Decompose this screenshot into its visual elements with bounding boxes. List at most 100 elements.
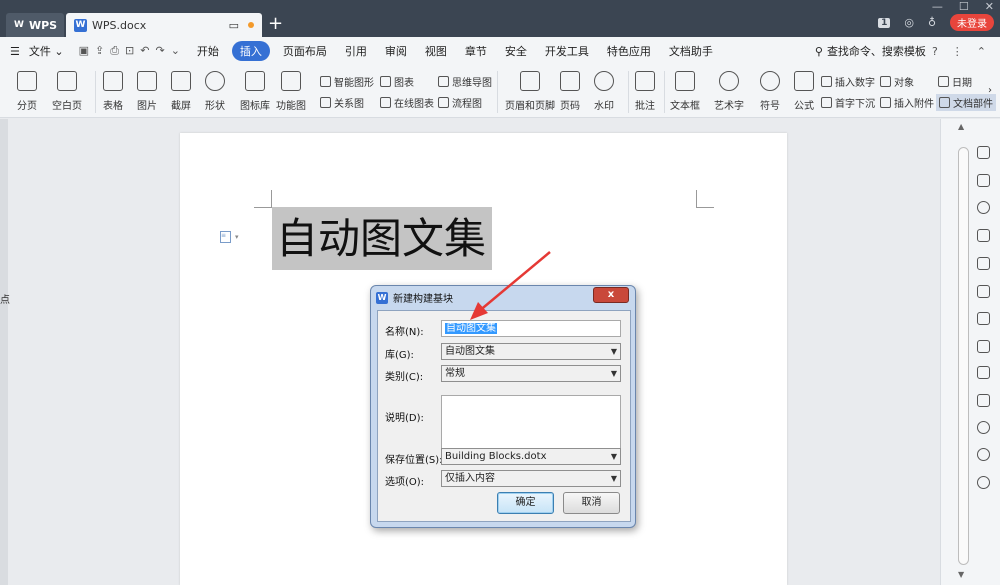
maximize-icon[interactable]: ☐ xyxy=(959,0,969,13)
tab-document[interactable]: W WPS.docx ▭ xyxy=(66,13,262,37)
doc-part-button[interactable]: 文档部件 xyxy=(936,94,996,111)
pen-icon[interactable] xyxy=(977,146,990,159)
print-icon[interactable]: ⎙ xyxy=(110,44,119,58)
archive-icon[interactable] xyxy=(977,366,990,379)
blank-page-button[interactable]: 空白页 xyxy=(52,71,82,112)
function-chart-button[interactable]: 功能图 xyxy=(276,71,306,112)
page-number-button[interactable]: 页码 xyxy=(560,71,580,112)
history-icon[interactable] xyxy=(977,448,990,461)
collapse-ribbon-icon[interactable]: ⌃ xyxy=(977,45,986,58)
symbol-button[interactable]: 符号 xyxy=(760,71,780,112)
menu-insert[interactable]: 插入 xyxy=(231,41,270,61)
table-button[interactable]: 表格 xyxy=(103,71,123,112)
mind-map-icon xyxy=(438,76,449,87)
workspace-badge[interactable]: 1 xyxy=(878,17,891,28)
menu-review[interactable]: 审阅 xyxy=(376,43,416,59)
picture-button[interactable]: 图片 xyxy=(137,71,157,112)
options-select[interactable]: 仅插入内容 ▼ xyxy=(441,470,621,487)
help-icon[interactable]: ? xyxy=(932,45,938,58)
customize-icon[interactable]: ⌄ xyxy=(171,44,180,58)
gallery-icon[interactable] xyxy=(977,257,990,270)
menu-view[interactable]: 视图 xyxy=(416,43,456,59)
shirt-icon[interactable]: ♁ xyxy=(928,16,936,29)
more-icon[interactable]: ⋮ xyxy=(952,45,963,58)
text-box-button[interactable]: 文本框 xyxy=(670,71,700,112)
menu-doc-assistant[interactable]: 文档助手 xyxy=(660,43,722,59)
help-circle-icon[interactable] xyxy=(977,476,990,489)
vertical-scrollbar[interactable] xyxy=(958,147,969,565)
shapes-icon[interactable] xyxy=(977,201,990,214)
menu-page-layout[interactable]: 页面布局 xyxy=(274,43,336,59)
star-icon[interactable] xyxy=(977,285,990,298)
omega-icon xyxy=(760,71,780,91)
undo-icon[interactable]: ↶ xyxy=(140,44,149,58)
tab-wps-home[interactable]: W WPS xyxy=(6,13,64,37)
drop-cap-icon xyxy=(821,97,832,108)
shape-button[interactable]: 形状 xyxy=(205,71,225,112)
chart-button[interactable]: 图表 xyxy=(380,74,414,89)
screenshot-button[interactable]: 截屏 xyxy=(171,71,191,112)
scroll-up-icon[interactable]: ▲ xyxy=(958,122,964,131)
online-chart-button[interactable]: 在线图表 xyxy=(380,95,434,110)
relation-chart-button[interactable]: 关系图 xyxy=(320,95,364,110)
preview-icon[interactable]: ⊡ xyxy=(125,44,134,58)
drop-cap-button[interactable]: 首字下沉 xyxy=(821,95,875,110)
menu-features[interactable]: 特色应用 xyxy=(598,43,660,59)
hamburger-icon[interactable]: ☰ xyxy=(10,45,20,58)
menu-developer[interactable]: 开发工具 xyxy=(536,43,598,59)
save-location-select[interactable]: Building Blocks.dotx ▼ xyxy=(441,448,621,465)
name-input[interactable]: 自动图文集 xyxy=(441,320,621,337)
object-button[interactable]: 对象 xyxy=(880,74,914,89)
watermark-button[interactable]: 水印 xyxy=(594,71,614,112)
selected-text[interactable]: 自动图文集 xyxy=(272,207,492,270)
new-tab-button[interactable]: + xyxy=(268,14,283,34)
description-textarea[interactable] xyxy=(441,395,621,451)
word-art-button[interactable]: 艺术字 xyxy=(714,71,744,112)
word-art-icon xyxy=(719,71,739,91)
category-select[interactable]: 常规 ▼ xyxy=(441,365,621,382)
tab-monitor-icon[interactable]: ▭ xyxy=(229,19,239,32)
dialog-title-bar[interactable]: W 新建构建基块 xyxy=(376,290,453,305)
adjust-icon[interactable] xyxy=(977,229,990,242)
ribbon-scroll-right-icon[interactable]: › xyxy=(988,85,992,96)
menu-start[interactable]: 开始 xyxy=(188,43,228,59)
paragraph-handle-icon[interactable]: ≡ xyxy=(220,231,231,243)
pointer-icon[interactable] xyxy=(977,174,990,187)
menu-sections[interactable]: 章节 xyxy=(456,43,496,59)
flow-chart-button[interactable]: 流程图 xyxy=(438,95,482,110)
smart-graphic-button[interactable]: 智能图形 xyxy=(320,74,374,89)
insert-number-button[interactable]: 插入数字 xyxy=(821,74,875,89)
save-icon[interactable]: ▣ xyxy=(79,44,89,58)
location-icon[interactable] xyxy=(977,421,990,434)
translate-icon[interactable] xyxy=(977,340,990,353)
minimize-icon[interactable]: — xyxy=(932,0,943,13)
comment-button[interactable]: 批注 xyxy=(635,71,655,112)
ok-button[interactable]: 确定 xyxy=(497,492,554,514)
search-icon: ⚲ xyxy=(814,44,823,58)
image-icon[interactable] xyxy=(977,394,990,407)
scroll-down-icon[interactable]: ▼ xyxy=(958,570,964,579)
share-icon[interactable] xyxy=(977,312,990,325)
paragraph-menu-caret-icon[interactable]: ▾ xyxy=(235,233,239,241)
mind-map-button[interactable]: 思维导图 xyxy=(438,74,492,89)
page-break-button[interactable]: 分页 xyxy=(17,71,37,112)
redo-icon[interactable]: ↷ xyxy=(155,44,164,58)
icon-library-button[interactable]: 图标库 xyxy=(240,71,270,112)
dialog-app-icon: W xyxy=(376,291,388,304)
header-footer-button[interactable]: 页眉和页脚 xyxy=(505,71,555,112)
close-window-icon[interactable]: ✕ xyxy=(985,0,994,13)
insert-attachment-button[interactable]: 插入附件 xyxy=(880,95,934,110)
date-button[interactable]: 日期 xyxy=(938,74,972,89)
gallery-select[interactable]: 自动图文集 ▼ xyxy=(441,343,621,360)
dialog-close-button[interactable]: x xyxy=(593,287,629,303)
gallery-label: 库(G): xyxy=(385,350,414,361)
skin-icon[interactable]: ◎ xyxy=(904,16,914,29)
menu-references[interactable]: 引用 xyxy=(336,43,376,59)
export-icon[interactable]: ⇪ xyxy=(95,44,104,58)
file-menu[interactable]: 文件 ⌄ xyxy=(20,43,73,59)
cancel-button[interactable]: 取消 xyxy=(563,492,620,514)
formula-button[interactable]: 公式 xyxy=(794,71,814,112)
login-button[interactable]: 未登录 xyxy=(950,14,994,31)
menu-security[interactable]: 安全 xyxy=(496,43,536,59)
command-search[interactable]: ⚲ 查找命令、搜索模板 xyxy=(815,43,932,59)
